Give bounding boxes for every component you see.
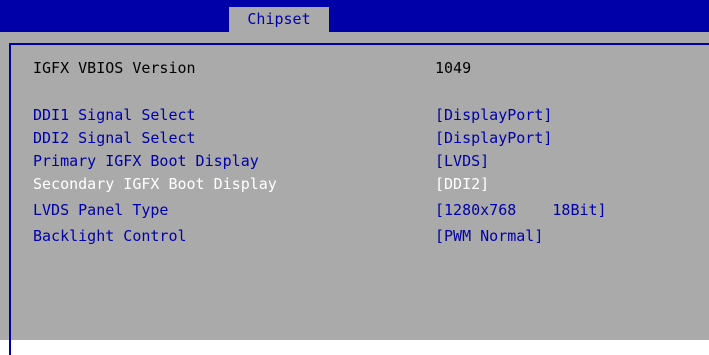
header-bar: Chipset — [0, 0, 709, 32]
setting-value[interactable]: [LVDS] — [435, 150, 489, 172]
setting-row-ddi2-signal[interactable]: DDI2 Signal Select [DisplayPort] — [0, 127, 709, 149]
setting-label: Secondary IGFX Boot Display — [33, 175, 277, 193]
setting-row-lvds-panel-type[interactable]: LVDS Panel Type [1280x768 18Bit] — [0, 199, 709, 221]
setting-label: DDI1 Signal Select — [33, 106, 196, 124]
setting-label: Backlight Control — [33, 227, 187, 245]
setting-label: LVDS Panel Type — [33, 201, 169, 219]
setting-value[interactable]: [PWM Normal] — [435, 225, 543, 247]
info-row-vbios: IGFX VBIOS Version 1049 — [0, 57, 709, 79]
setting-value: [DDI2] — [435, 175, 490, 193]
tab-chipset[interactable]: Chipset — [229, 7, 329, 32]
setting-row-backlight-control[interactable]: Backlight Control [PWM Normal] — [0, 225, 709, 247]
setting-value[interactable]: [1280x768 18Bit] — [435, 199, 607, 221]
setting-row-primary-boot-display[interactable]: Primary IGFX Boot Display [LVDS] — [0, 150, 709, 172]
setting-row-secondary-boot-display: Secondary IGFX Boot Display [DDI2] — [0, 173, 709, 195]
setting-value[interactable]: [DisplayPort] — [435, 127, 552, 149]
setting-label: DDI2 Signal Select — [33, 129, 196, 147]
vbios-label: IGFX VBIOS Version — [33, 59, 196, 77]
setting-row-ddi1-signal[interactable]: DDI1 Signal Select [DisplayPort] — [0, 104, 709, 126]
vbios-value: 1049 — [435, 59, 472, 77]
setting-label: Primary IGFX Boot Display — [33, 152, 259, 170]
setting-value[interactable]: [DisplayPort] — [435, 104, 552, 126]
